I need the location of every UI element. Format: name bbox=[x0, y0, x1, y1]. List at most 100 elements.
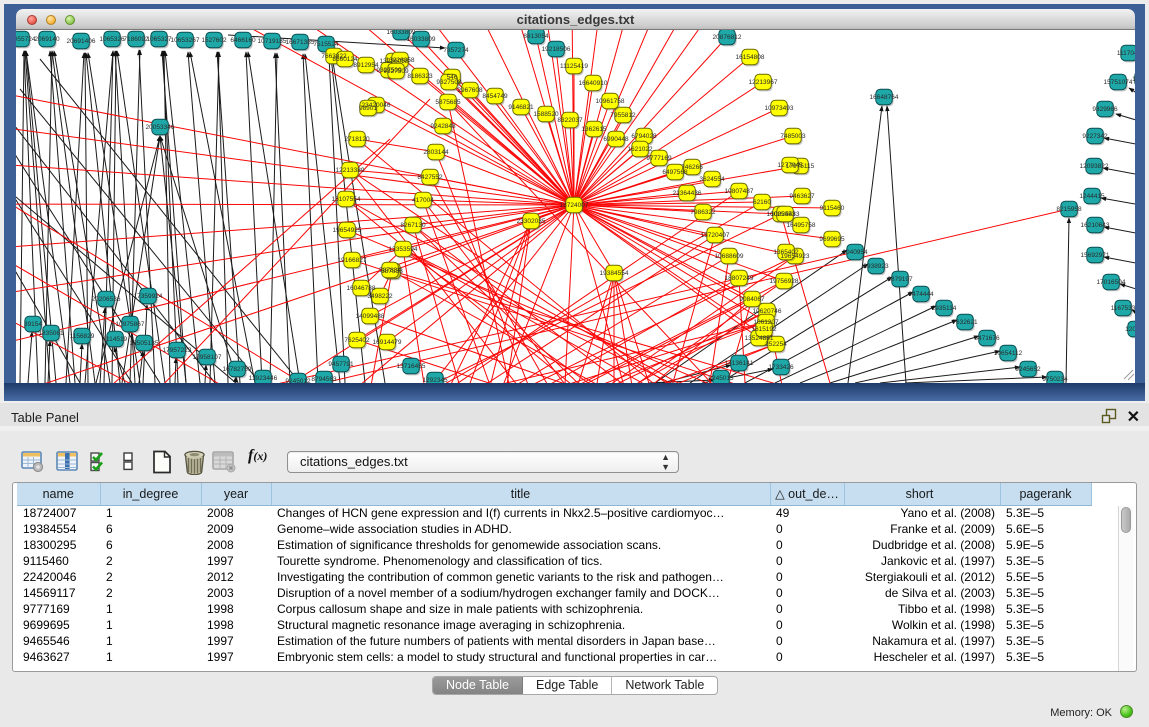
svg-text:14055724: 14055724 bbox=[16, 36, 36, 43]
svg-text:1527602: 1527602 bbox=[201, 37, 227, 44]
svg-text:9146821: 9146821 bbox=[508, 104, 534, 111]
svg-text:16154808: 16154808 bbox=[736, 54, 765, 61]
svg-text:16914479: 16914479 bbox=[373, 339, 402, 346]
svg-text:21364436: 21364436 bbox=[673, 190, 702, 197]
svg-text:8813054: 8813054 bbox=[523, 33, 549, 40]
svg-text:98901: 98901 bbox=[359, 105, 377, 112]
svg-text:9242848: 9242848 bbox=[430, 123, 456, 130]
svg-text:9245652: 9245652 bbox=[1015, 366, 1041, 373]
svg-text:1365402: 1365402 bbox=[773, 249, 799, 256]
svg-text:7186092: 7186092 bbox=[123, 36, 149, 43]
svg-text:14136141: 14136141 bbox=[725, 360, 754, 367]
svg-text:6879197: 6879197 bbox=[887, 276, 913, 283]
svg-text:746266: 746266 bbox=[681, 164, 703, 171]
svg-text:10973493: 10973493 bbox=[765, 105, 794, 112]
svg-text:11923446: 11923446 bbox=[249, 375, 278, 382]
svg-text:10958107: 10958107 bbox=[193, 354, 222, 361]
svg-text:20053346: 20053346 bbox=[146, 124, 175, 131]
svg-text:6466160: 6466160 bbox=[230, 37, 256, 44]
svg-text:39154: 39154 bbox=[24, 321, 42, 328]
svg-text:1040954: 1040954 bbox=[842, 249, 868, 256]
svg-text:6794028: 6794028 bbox=[631, 133, 657, 140]
svg-text:13353594: 13353594 bbox=[389, 246, 418, 253]
svg-text:16210643: 16210643 bbox=[1081, 222, 1110, 229]
svg-text:19384554: 19384554 bbox=[600, 270, 629, 277]
svg-text:7955812: 7955812 bbox=[610, 112, 636, 119]
svg-text:1277045: 1277045 bbox=[777, 162, 803, 169]
svg-text:1835061: 1835061 bbox=[38, 330, 64, 337]
svg-text:9474444: 9474444 bbox=[908, 291, 934, 298]
svg-text:120345: 120345 bbox=[1125, 326, 1135, 333]
svg-text:20876812: 20876812 bbox=[713, 34, 742, 41]
svg-text:1114519: 1114519 bbox=[103, 336, 128, 343]
svg-text:8471676: 8471676 bbox=[974, 335, 1000, 342]
svg-text:1621022: 1621022 bbox=[627, 146, 653, 153]
svg-text:7986322: 7986322 bbox=[690, 209, 716, 216]
svg-text:17957223: 17957223 bbox=[163, 347, 192, 354]
svg-text:9457791: 9457791 bbox=[328, 361, 354, 368]
svg-text:1244415: 1244415 bbox=[1079, 193, 1105, 200]
svg-text:9463627: 9463627 bbox=[789, 193, 815, 200]
svg-text:10688609: 10688609 bbox=[715, 253, 744, 260]
svg-text:587834: 587834 bbox=[379, 267, 401, 274]
svg-text:9327509: 9327509 bbox=[383, 68, 409, 75]
svg-text:16107554: 16107554 bbox=[332, 196, 361, 203]
svg-text:16046788: 16046788 bbox=[347, 285, 376, 292]
svg-text:1615192: 1615192 bbox=[751, 326, 777, 333]
svg-text:19218506: 19218506 bbox=[542, 46, 571, 53]
svg-text:12213967: 12213967 bbox=[749, 79, 778, 86]
svg-text:19166827: 19166827 bbox=[338, 257, 367, 264]
svg-text:8912954: 8912954 bbox=[353, 62, 379, 69]
svg-text:10807487: 10807487 bbox=[725, 188, 754, 195]
svg-text:2967608: 2967608 bbox=[457, 87, 483, 94]
svg-text:12505135: 12505135 bbox=[130, 340, 159, 347]
svg-text:13716485: 13716485 bbox=[397, 363, 426, 370]
svg-text:2935114: 2935114 bbox=[932, 305, 957, 312]
svg-text:18807249: 18807249 bbox=[725, 275, 754, 282]
svg-text:7632621: 7632621 bbox=[952, 319, 978, 326]
svg-text:3498222: 3498222 bbox=[367, 293, 393, 300]
svg-text:16671385: 16671385 bbox=[286, 39, 315, 46]
svg-text:10025433: 10025433 bbox=[771, 211, 800, 218]
svg-text:16033809: 16033809 bbox=[407, 36, 436, 43]
svg-text:9084067: 9084067 bbox=[739, 296, 765, 303]
svg-text:2718120: 2718120 bbox=[344, 136, 370, 143]
svg-text:1065327: 1065327 bbox=[146, 36, 172, 43]
svg-text:1588520: 1588520 bbox=[533, 111, 559, 118]
svg-text:9245012: 9245012 bbox=[285, 378, 311, 383]
svg-text:252254: 252254 bbox=[765, 341, 787, 348]
svg-text:15720407: 15720407 bbox=[701, 232, 730, 239]
svg-text:1292345: 1292345 bbox=[422, 377, 448, 383]
svg-text:9750234: 9750234 bbox=[1042, 376, 1068, 383]
svg-text:20691406: 20691406 bbox=[67, 38, 96, 45]
svg-text:19654925: 19654925 bbox=[333, 227, 362, 234]
svg-text:8794563: 8794563 bbox=[311, 376, 337, 383]
svg-text:8427552: 8427552 bbox=[417, 174, 443, 181]
svg-text:2069140: 2069140 bbox=[34, 36, 60, 43]
svg-text:12093822: 12093822 bbox=[1080, 163, 1109, 170]
svg-text:10653267: 10653267 bbox=[171, 37, 200, 44]
svg-text:9227342: 9227342 bbox=[1082, 133, 1108, 140]
svg-text:16495758: 16495758 bbox=[787, 222, 816, 229]
svg-text:18724007: 18724007 bbox=[560, 202, 589, 209]
svg-text:3624554: 3624554 bbox=[699, 176, 725, 183]
svg-text:16648764: 16648764 bbox=[870, 94, 899, 101]
svg-text:10719185: 10719185 bbox=[258, 38, 287, 45]
svg-text:9329966: 9329966 bbox=[1092, 106, 1118, 113]
svg-text:8322037: 8322037 bbox=[557, 117, 583, 124]
svg-text:11125419: 11125419 bbox=[560, 63, 588, 70]
svg-text:9777169: 9777169 bbox=[646, 155, 672, 162]
svg-text:7515524: 7515524 bbox=[313, 41, 339, 48]
svg-text:62160: 62160 bbox=[753, 199, 771, 206]
svg-text:7357274: 7357274 bbox=[443, 47, 469, 54]
svg-text:417004: 417004 bbox=[412, 197, 434, 204]
svg-text:9115460: 9115460 bbox=[820, 205, 845, 212]
svg-text:1733426: 1733426 bbox=[768, 364, 794, 371]
svg-text:17359924: 17359924 bbox=[134, 293, 163, 300]
svg-text:10620746: 10620746 bbox=[753, 308, 782, 315]
svg-text:13226058: 13226058 bbox=[386, 57, 415, 64]
svg-text:7625402: 7625402 bbox=[344, 337, 370, 344]
svg-text:1167533: 1167533 bbox=[1111, 305, 1135, 312]
svg-text:19756928: 19756928 bbox=[770, 278, 799, 285]
svg-text:15692971: 15692971 bbox=[1081, 252, 1110, 259]
